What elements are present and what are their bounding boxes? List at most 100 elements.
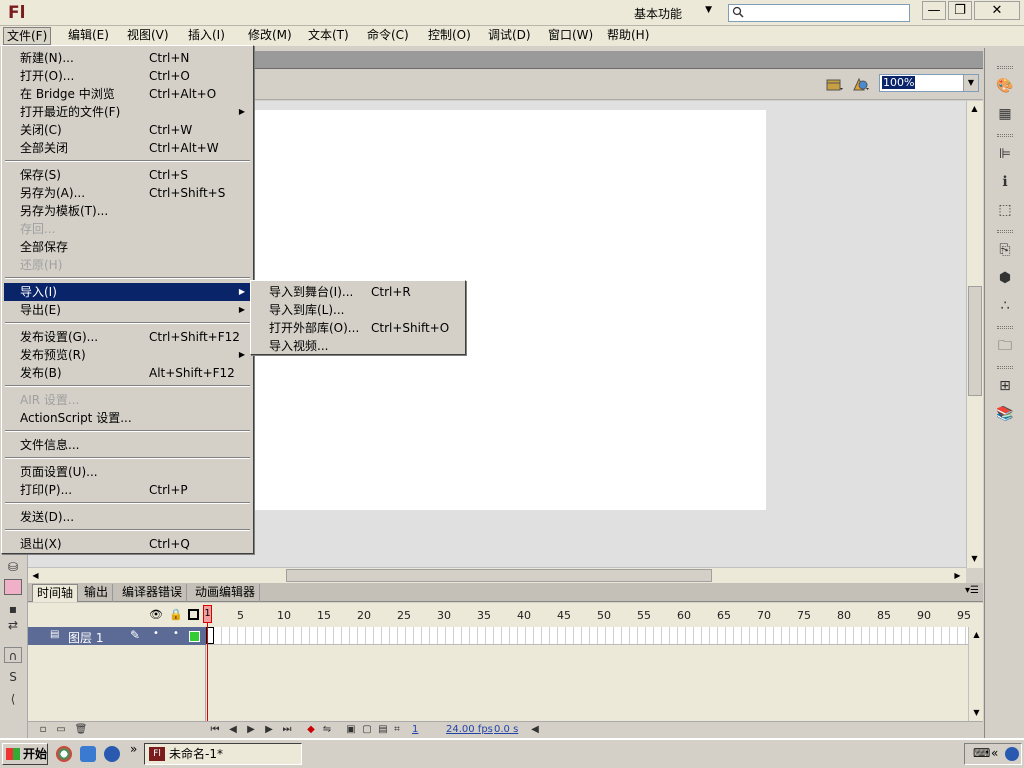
menu-control[interactable]: 控制(O) [425, 27, 474, 45]
file-menu-item[interactable]: 新建(N)... Ctrl+N [4, 49, 251, 67]
eye-icon[interactable]: 👁 [149, 608, 163, 621]
scroll-thumb[interactable] [968, 286, 982, 396]
paint-bucket-icon[interactable]: ⛁ [4, 559, 22, 575]
file-menu-item[interactable]: 在 Bridge 中浏览 Ctrl+Alt+O [4, 85, 251, 103]
current-frame-readout[interactable]: 1 [412, 724, 418, 735]
frames-row[interactable] [206, 627, 968, 645]
panel-grip[interactable] [997, 326, 1013, 329]
start-button[interactable]: 开始 [2, 743, 48, 765]
snap-magnet-icon[interactable]: ∩ [4, 647, 22, 663]
straighten-icon[interactable]: ⟨ [4, 691, 22, 707]
timeline-scrollbar[interactable]: ▲ ▼ [968, 627, 983, 721]
stage-vertical-scrollbar[interactable]: ▲ ▼ [966, 101, 983, 568]
actions-script-icon[interactable]: ⎘ [995, 240, 1015, 260]
menu-insert[interactable]: 插入(I) [185, 27, 228, 45]
menu-modify[interactable]: 修改(M) [245, 27, 295, 45]
edit-scene-icon[interactable] [826, 76, 844, 92]
zoom-select[interactable]: 100% ▼ [879, 74, 979, 92]
visibility-dot[interactable]: • [153, 628, 159, 639]
restore-button[interactable]: ❐ [948, 1, 972, 20]
file-menu-item[interactable]: 全部关闭 Ctrl+Alt+W [4, 139, 251, 157]
smooth-icon[interactable]: S [4, 669, 22, 685]
menu-view[interactable]: 视图(V) [124, 27, 172, 45]
browser-icon[interactable] [80, 746, 96, 762]
file-menu-item[interactable]: 关闭(C) Ctrl+W [4, 121, 251, 139]
tab-compiler-errors[interactable]: 编译器错误 [118, 584, 188, 602]
scroll-left-icon[interactable]: ◀ [528, 723, 542, 737]
edit-symbols-icon[interactable] [852, 76, 870, 92]
properties-icon[interactable]: ⊞ [995, 376, 1015, 396]
scroll-left-icon[interactable]: ◀ [28, 568, 43, 583]
menu-debug[interactable]: 调试(D) [485, 27, 534, 45]
new-folder-icon[interactable]: ▭ [54, 723, 68, 737]
onion-skin-icon[interactable]: ▣ [344, 723, 358, 737]
scroll-down-icon[interactable]: ▼ [969, 705, 984, 720]
file-menu-item[interactable]: 发布预览(R) ▶ [4, 346, 251, 364]
file-menu-item[interactable]: 页面设置(U)... [4, 463, 251, 481]
file-menu-item[interactable]: 保存(S) Ctrl+S [4, 166, 251, 184]
file-menu-item[interactable]: 全部保存 [4, 238, 251, 256]
scroll-thumb[interactable] [286, 569, 712, 582]
ie-icon[interactable] [104, 746, 120, 762]
onion-markers-icon[interactable]: ⌗ [390, 723, 404, 737]
layer-name[interactable]: 图层 1 [68, 629, 103, 646]
menu-help[interactable]: 帮助(H) [604, 27, 652, 45]
import-menu-item[interactable]: 打开外部库(O)... Ctrl+Shift+O [253, 319, 463, 337]
components-cube-icon[interactable]: ⬢ [995, 268, 1015, 288]
first-frame-icon[interactable]: ⏮ [208, 723, 222, 737]
tray-expand[interactable]: « [991, 746, 998, 760]
import-menu-item[interactable]: 导入视频... [253, 337, 463, 355]
motion-presets-icon[interactable]: ∴ [995, 296, 1015, 316]
panel-menu-icon[interactable]: ▾☰ [965, 585, 979, 596]
panel-grip[interactable] [997, 366, 1013, 369]
keyboard-icon[interactable]: ⌨ [973, 746, 990, 760]
file-menu-item[interactable]: 导出(E) ▶ [4, 301, 251, 319]
prev-frame-icon[interactable]: ◀ [226, 723, 240, 737]
onion-outline-icon[interactable]: ▢ [360, 723, 374, 737]
tab-output[interactable]: 输出 [80, 584, 114, 602]
file-menu-item[interactable]: 另存为(A)... Ctrl+Shift+S [4, 184, 251, 202]
lock-icon[interactable]: 🔒 [169, 608, 183, 621]
file-menu-item[interactable]: 导入(I) ▶ [4, 283, 251, 301]
workspace-switcher[interactable]: 基本功能 ▼ [634, 5, 716, 21]
scroll-right-icon[interactable]: ▶ [950, 568, 965, 583]
lock-dot[interactable]: • [173, 628, 179, 639]
import-menu-item[interactable]: 导入到库(L)... [253, 301, 463, 319]
fill-color-swatch[interactable] [4, 579, 22, 595]
layer-row[interactable]: ▤ 图层 1 ✎ • • [28, 627, 206, 645]
align-icon[interactable]: ⊫ [995, 144, 1015, 164]
panel-grip[interactable] [997, 230, 1013, 233]
menu-text[interactable]: 文本(T) [305, 27, 352, 45]
panel-grip[interactable] [997, 134, 1013, 137]
delete-layer-icon[interactable]: 🗑 [74, 723, 88, 737]
quicklaunch-more[interactable]: » [130, 742, 137, 756]
scroll-up-icon[interactable]: ▲ [967, 101, 982, 116]
transform-icon[interactable]: ⬚ [995, 200, 1015, 220]
loop-icon[interactable]: ⇋ [320, 723, 334, 737]
file-menu-item[interactable]: 文件信息... [4, 436, 251, 454]
help-search[interactable] [728, 4, 910, 22]
file-menu-item[interactable]: 发布设置(G)... Ctrl+Shift+F12 [4, 328, 251, 346]
stage-horizontal-scrollbar[interactable]: ◀ ▶ [28, 567, 966, 583]
default-colors-icon[interactable]: ▪ [4, 601, 22, 617]
center-frame-icon[interactable]: ◆ [304, 723, 318, 737]
new-layer-icon[interactable]: ▫ [36, 723, 50, 737]
last-frame-icon[interactable]: ⏭ [280, 723, 294, 737]
scroll-down-icon[interactable]: ▼ [967, 551, 982, 566]
edit-multiple-frames-icon[interactable]: ▤ [376, 723, 390, 737]
menu-edit[interactable]: 编辑(E) [65, 27, 112, 45]
chrome-icon[interactable] [56, 746, 72, 762]
elapsed-time-readout[interactable]: 0.0 s [494, 724, 518, 735]
panel-grip[interactable] [997, 66, 1013, 69]
outline-icon[interactable] [188, 609, 199, 620]
search-input[interactable] [747, 6, 907, 20]
menu-file[interactable]: 文件(F) [3, 27, 52, 45]
file-menu-item[interactable]: 退出(X) Ctrl+Q [4, 535, 251, 553]
tab-motion-editor[interactable]: 动画编辑器 [191, 584, 261, 602]
library-icon[interactable]: 📚 [995, 404, 1015, 424]
play-icon[interactable]: ▶ [244, 723, 258, 737]
menu-commands[interactable]: 命令(C) [364, 27, 412, 45]
taskbar-item-flash[interactable]: Fl 未命名-1* [144, 743, 302, 765]
file-menu-item[interactable]: 发布(B) Alt+Shift+F12 [4, 364, 251, 382]
playhead[interactable]: 1 [203, 605, 212, 623]
